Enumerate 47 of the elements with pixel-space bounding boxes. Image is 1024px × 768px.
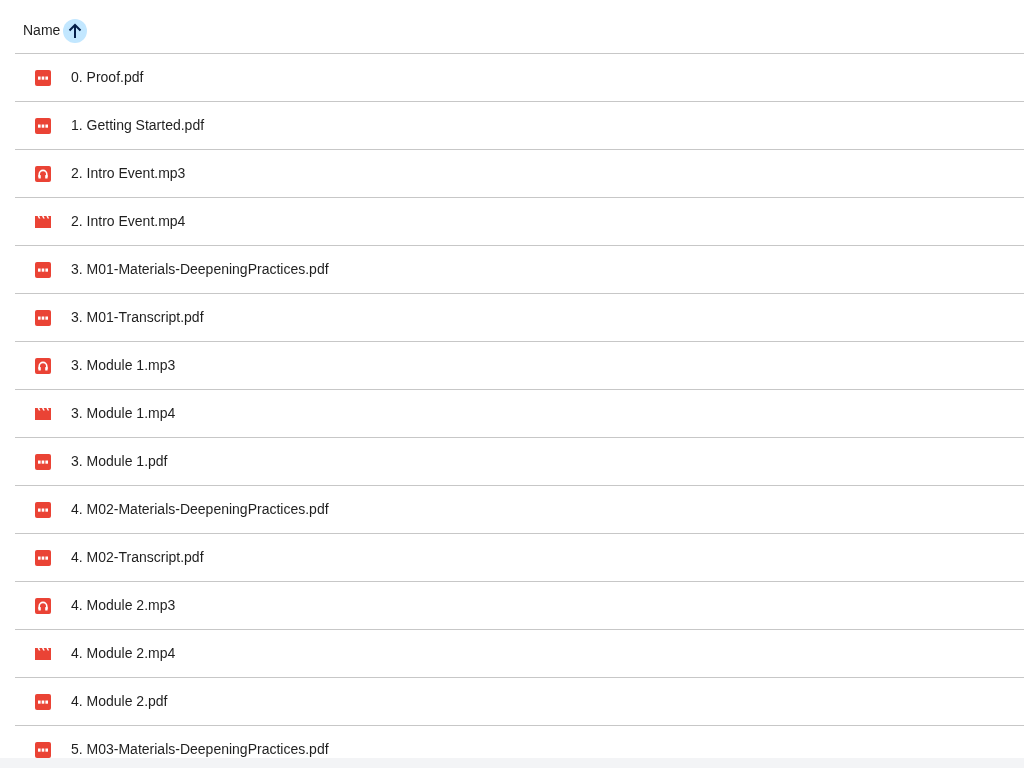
file-row[interactable]: 4. Module 2.mp4 xyxy=(15,630,1024,678)
headphones-file-icon xyxy=(35,165,51,182)
file-row[interactable]: 1. Getting Started.pdf xyxy=(15,102,1024,150)
file-row[interactable]: 2. Intro Event.mp4 xyxy=(15,198,1024,246)
file-row[interactable]: 3. Module 1.pdf xyxy=(15,438,1024,486)
file-name: 0. Proof.pdf xyxy=(71,68,144,87)
file-row[interactable]: 4. M02-Materials-DeepeningPractices.pdf xyxy=(15,486,1024,534)
file-name: 4. M02-Transcript.pdf xyxy=(71,548,204,567)
file-name: 4. Module 2.mp3 xyxy=(71,596,176,615)
clapperboard-file-icon xyxy=(35,405,51,422)
arrow-up-icon xyxy=(68,22,83,39)
pdf-file-icon xyxy=(35,501,51,518)
file-name: 3. M01-Transcript.pdf xyxy=(71,308,204,327)
file-row[interactable]: 3. Module 1.mp4 xyxy=(15,390,1024,438)
file-row[interactable]: 2. Intro Event.mp3 xyxy=(15,150,1024,198)
file-name: 4. M02-Materials-DeepeningPractices.pdf xyxy=(71,500,329,519)
file-name: 5. M03-Materials-DeepeningPractices.pdf xyxy=(71,740,329,758)
file-name: 3. M01-Materials-DeepeningPractices.pdf xyxy=(71,260,329,279)
file-name: 3. Module 1.mp4 xyxy=(71,404,176,423)
pdf-file-icon xyxy=(35,741,51,758)
file-name: 2. Intro Event.mp3 xyxy=(71,164,186,183)
file-name: 3. Module 1.pdf xyxy=(71,452,168,471)
headphones-file-icon xyxy=(35,357,51,374)
file-row[interactable]: 3. Module 1.mp3 xyxy=(15,342,1024,390)
column-header[interactable]: Name xyxy=(23,20,61,41)
file-name: 4. Module 2.pdf xyxy=(71,692,168,711)
file-row[interactable]: 4. Module 2.mp3 xyxy=(15,582,1024,630)
file-name: 1. Getting Started.pdf xyxy=(71,116,205,135)
pdf-file-icon xyxy=(35,309,51,326)
file-row[interactable]: 3. M01-Materials-DeepeningPractices.pdf xyxy=(15,246,1024,294)
pdf-file-icon xyxy=(35,69,51,86)
file-name: 4. Module 2.mp4 xyxy=(71,644,176,663)
pdf-file-icon xyxy=(35,117,51,134)
pdf-file-icon xyxy=(35,549,51,566)
sort-button[interactable] xyxy=(63,18,88,43)
file-name: 3. Module 1.mp3 xyxy=(71,356,176,375)
file-row[interactable]: 0. Proof.pdf xyxy=(15,54,1024,102)
clapperboard-file-icon xyxy=(35,645,51,662)
file-row[interactable]: 3. M01-Transcript.pdf xyxy=(15,294,1024,342)
file-row[interactable]: 4. M02-Transcript.pdf xyxy=(15,534,1024,582)
pdf-file-icon xyxy=(35,693,51,710)
headphones-file-icon xyxy=(35,597,51,614)
file-name: 2. Intro Event.mp4 xyxy=(71,212,186,231)
pdf-file-icon xyxy=(35,453,51,470)
pdf-file-icon xyxy=(35,261,51,278)
file-row[interactable]: 4. Module 2.pdf xyxy=(15,678,1024,726)
clapperboard-file-icon xyxy=(35,213,51,230)
